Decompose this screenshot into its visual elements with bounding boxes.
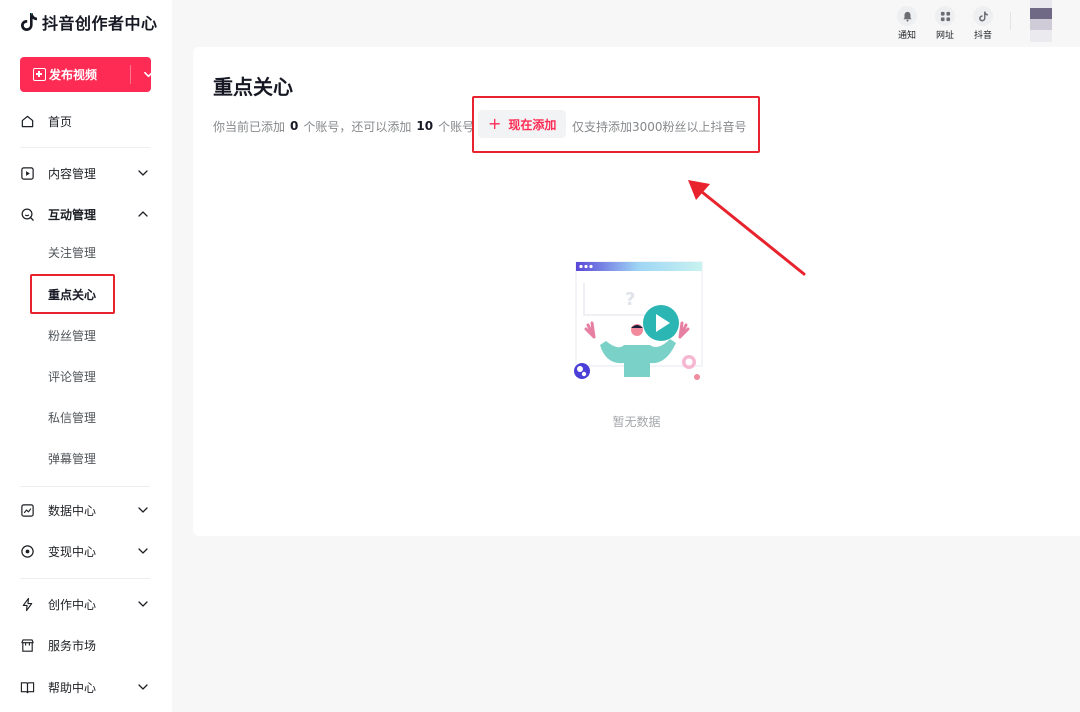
chevron-down-icon — [138, 684, 148, 690]
annotation-box-add — [472, 96, 760, 153]
book-icon — [20, 681, 35, 693]
coin-icon — [21, 544, 34, 558]
annotation-arrow — [688, 180, 806, 276]
app-logo[interactable]: 抖音创作者中心 — [20, 10, 158, 34]
sidebar-subitem-message-manage[interactable]: 私信管理 — [48, 407, 96, 427]
bell-icon — [897, 6, 917, 26]
links-button[interactable]: 网址 — [930, 6, 960, 41]
sidebar-divider — [20, 147, 150, 148]
sidebar-item-label: 首页 — [48, 114, 73, 129]
notification-label: 通知 — [897, 31, 916, 41]
svg-text:?: ? — [625, 289, 635, 310]
publish-video-button[interactable]: 发布视频 — [20, 57, 153, 92]
sidebar-item-home[interactable]: 首页 — [0, 107, 172, 135]
sidebar-subitem-fans-manage[interactable]: 粉丝管理 — [48, 325, 96, 345]
publish-divider — [130, 65, 131, 84]
avatar[interactable] — [1030, 0, 1052, 42]
sidebar-subitem-comment-manage[interactable]: 评论管理 — [48, 366, 96, 386]
chevron-up-icon — [138, 211, 148, 217]
account-count-info: 你当前已添加 0 个账号，还可以添加 10 个账号 — [213, 115, 474, 137]
chart-line-icon — [21, 503, 34, 517]
play-square-icon — [21, 166, 34, 180]
sidebar-item-label: 帮助中心 — [48, 680, 97, 695]
douyin-icon — [973, 6, 993, 26]
sidebar-item-service-market[interactable]: 服务市场 — [0, 631, 172, 659]
chevron-down-icon[interactable] — [144, 70, 153, 79]
sidebar-item-label: 服务市场 — [48, 638, 97, 653]
sidebar-divider — [20, 486, 150, 487]
chevron-down-icon — [138, 548, 148, 554]
sidebar-item-creation-center[interactable]: 创作中心 — [0, 590, 172, 618]
page-title: 重点关心 — [213, 75, 293, 99]
sidebar-item-label: 创作中心 — [48, 597, 97, 612]
notification-button[interactable]: 通知 — [892, 6, 922, 41]
added-count: 0 — [290, 119, 299, 133]
sidebar-item-content[interactable]: 内容管理 — [0, 159, 172, 187]
header-divider — [1010, 12, 1011, 30]
sidebar-item-help-center[interactable]: 帮助中心 — [0, 673, 172, 701]
home-icon — [21, 115, 34, 127]
sidebar-item-label: 数据中心 — [48, 503, 97, 518]
sidebar: 抖音创作者中心 发布视频 首页 内容管理 互动管理 关注管理 重点关心 粉丝管理… — [0, 0, 172, 712]
chevron-down-icon — [138, 507, 148, 513]
sidebar-item-label: 互动管理 — [48, 207, 97, 222]
sidebar-subitem-follow-manage[interactable]: 关注管理 — [48, 242, 96, 262]
lightning-icon — [22, 597, 33, 611]
sidebar-item-interaction[interactable]: 互动管理 — [0, 200, 172, 228]
empty-state-text: 暂无数据 — [612, 415, 661, 429]
grid-icon — [935, 6, 955, 26]
remaining-count: 10 — [416, 119, 434, 133]
sidebar-item-label: 变现中心 — [48, 544, 97, 559]
chevron-down-icon — [138, 601, 148, 607]
douyin-button[interactable]: 抖音 — [968, 6, 998, 41]
publish-video-label: 发布视频 — [49, 68, 98, 82]
links-label: 网址 — [935, 31, 954, 41]
add-video-icon — [33, 68, 46, 81]
sidebar-item-label: 内容管理 — [48, 166, 97, 181]
sidebar-subitem-danmaku-manage[interactable]: 弹幕管理 — [48, 448, 96, 468]
annotation-box-sidebar — [30, 274, 115, 314]
sidebar-divider — [20, 578, 150, 579]
chat-search-icon — [21, 208, 34, 221]
chevron-down-icon — [138, 170, 148, 176]
main-card: 重点关心 你当前已添加 0 个账号，还可以添加 10 个账号 + 现在添加 仅支… — [193, 47, 1080, 536]
app-title: 抖音创作者中心 — [42, 14, 158, 33]
info-middle: 个账号，还可以添加 — [303, 119, 412, 134]
sidebar-item-monetize-center[interactable]: 变现中心 — [0, 537, 172, 565]
douyin-logo-icon — [21, 13, 37, 31]
info-suffix: 个账号 — [438, 119, 475, 134]
info-prefix: 你当前已添加 — [213, 119, 286, 134]
douyin-label: 抖音 — [973, 31, 992, 41]
shop-icon — [21, 638, 34, 652]
sidebar-item-data-center[interactable]: 数据中心 — [0, 496, 172, 524]
